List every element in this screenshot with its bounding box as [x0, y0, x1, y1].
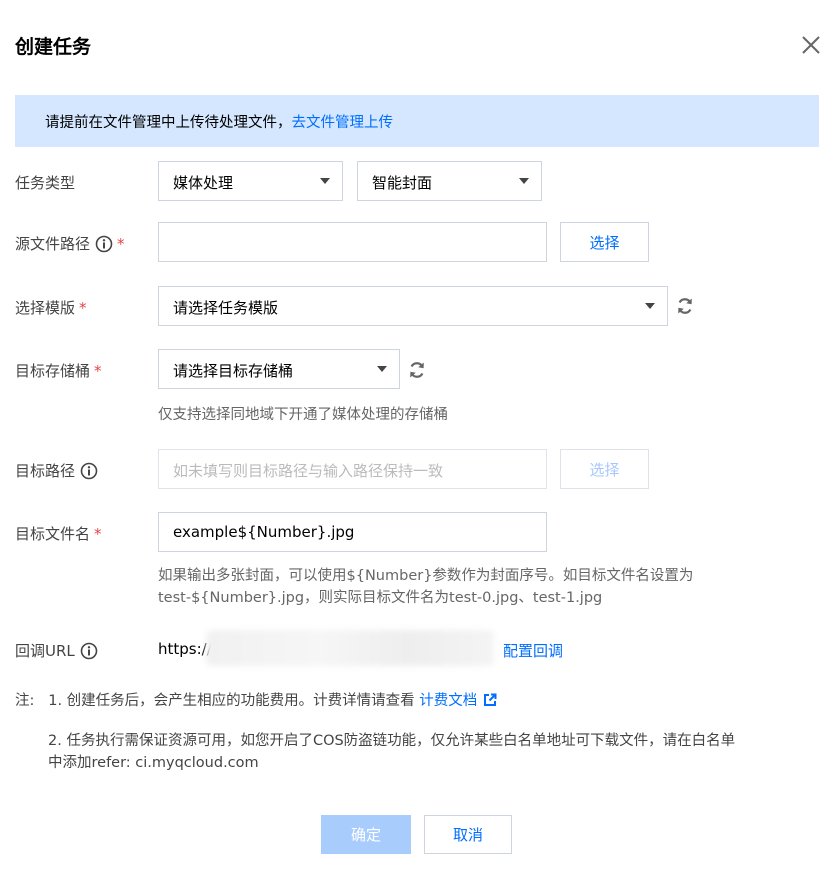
target-filename-input[interactable]: example${Number}.jpg — [158, 512, 547, 552]
banner-text-wrap: 请提前在文件管理中上传待处理文件，去文件管理上传 — [45, 111, 393, 132]
required-mark: * — [94, 524, 102, 543]
target-filename-hint-line1: 如果输出多张封面，可以使用${Number}参数作为封面序号。如目标文件名设置为 — [158, 568, 694, 584]
target-filename-hint: 如果输出多张封面，可以使用${Number}参数作为封面序号。如目标文件名设置为… — [158, 565, 693, 609]
target-bucket-label-text: 目标存储桶 — [15, 362, 91, 380]
target-path-label-text: 目标路径 — [15, 462, 76, 480]
task-type-label-text: 任务类型 — [15, 174, 76, 192]
info-banner: 请提前在文件管理中上传待处理文件，去文件管理上传 — [15, 95, 819, 147]
target-filename-hint-line2: test-${Number}.jpg，则实际目标文件名为test-0.jpg、t… — [158, 590, 603, 606]
template-value: 请选择任务模版 — [173, 299, 279, 317]
go-file-manage-link[interactable]: 去文件管理上传 — [292, 115, 394, 131]
callback-url-redacted — [206, 630, 494, 666]
target-path-input[interactable]: 如未填写则目标路径与输入路径保持一致 — [158, 449, 547, 489]
chevron-down-icon — [519, 178, 529, 184]
cancel-button[interactable]: 取消 — [424, 815, 512, 854]
callback-url-label-text: 回调URL — [15, 642, 75, 660]
info-icon[interactable] — [80, 462, 98, 480]
note-2: 2. 任务执行需保证资源可用，如您开启了COS防盗链功能，仅允许某些白名单地址可… — [48, 730, 735, 774]
info-icon[interactable] — [80, 642, 98, 660]
note-1: 注: 1. 创建任务后，会产生相应的功能费用。计费详情请查看 计费文档 — [15, 690, 497, 712]
target-bucket-label: 目标存储桶 * — [15, 360, 102, 381]
target-bucket-value: 请选择目标存储桶 — [173, 362, 294, 380]
callback-url-label: 回调URL — [15, 640, 98, 661]
notes-prefix: 注: — [15, 693, 35, 709]
info-icon[interactable] — [95, 235, 113, 253]
task-type-select[interactable]: 媒体处理 — [158, 161, 343, 201]
required-mark: * — [94, 361, 102, 380]
target-bucket-hint: 仅支持选择同地域下开通了媒体处理的存储桶 — [158, 407, 448, 423]
billing-doc-link[interactable]: 计费文档 — [419, 693, 477, 709]
template-label: 选择模版 * — [15, 297, 87, 318]
dialog-title: 创建任务 — [15, 36, 92, 58]
template-select[interactable]: 请选择任务模版 — [158, 286, 668, 326]
target-filename-label: 目标文件名 * — [15, 523, 102, 544]
source-path-select-button[interactable]: 选择 — [560, 222, 649, 262]
target-bucket-select[interactable]: 请选择目标存储桶 — [158, 349, 400, 389]
external-link-icon[interactable] — [483, 693, 497, 707]
chevron-down-icon — [645, 303, 655, 309]
template-label-text: 选择模版 — [15, 299, 76, 317]
required-mark: * — [117, 234, 125, 253]
target-path-label: 目标路径 — [15, 460, 98, 481]
configure-callback-link[interactable]: 配置回调 — [503, 640, 563, 661]
task-subtype-select[interactable]: 智能封面 — [357, 161, 542, 201]
target-filename-label-text: 目标文件名 — [15, 525, 91, 543]
source-path-input[interactable] — [158, 222, 547, 262]
close-icon[interactable] — [800, 34, 822, 56]
source-path-label: 源文件路径 * — [15, 233, 125, 254]
note-2-line1: 2. 任务执行需保证资源可用，如您开启了COS防盗链功能，仅允许某些白名单地址可… — [48, 733, 736, 749]
refresh-icon[interactable] — [407, 360, 427, 380]
callback-url-prefix: https:// — [158, 640, 212, 658]
banner-text: 请提前在文件管理中上传待处理文件， — [45, 115, 292, 131]
target-path-select-button[interactable]: 选择 — [560, 449, 649, 489]
target-path-placeholder: 如未填写则目标路径与输入路径保持一致 — [173, 462, 444, 480]
chevron-down-icon — [320, 178, 330, 184]
required-mark: * — [79, 298, 87, 317]
task-subtype-value: 智能封面 — [372, 174, 433, 192]
task-type-value: 媒体处理 — [173, 174, 234, 192]
task-type-label: 任务类型 — [15, 172, 75, 193]
refresh-icon[interactable] — [675, 296, 695, 316]
note-1-text: 1. 创建任务后，会产生相应的功能费用。计费详情请查看 — [48, 693, 415, 709]
source-path-label-text: 源文件路径 — [15, 235, 91, 253]
target-filename-value: example${Number}.jpg — [173, 523, 355, 541]
note-2-line2: 中添加refer: ci.myqcloud.com — [48, 755, 259, 771]
chevron-down-icon — [377, 366, 387, 372]
confirm-button[interactable]: 确定 — [321, 815, 411, 854]
